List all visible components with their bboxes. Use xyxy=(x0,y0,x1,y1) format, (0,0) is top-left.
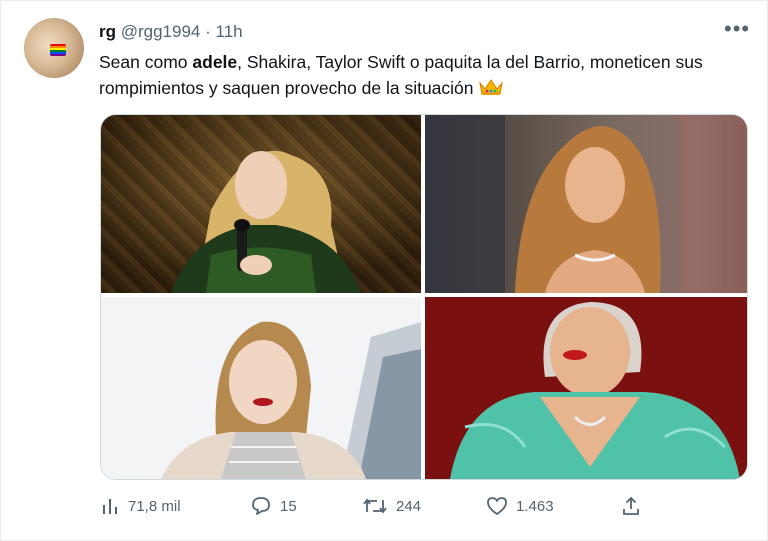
views-button[interactable]: 71,8 mil xyxy=(100,496,181,516)
like-button[interactable]: 1.463 xyxy=(486,496,554,516)
separator-dot: · xyxy=(205,22,211,41)
reply-count: 15 xyxy=(280,497,297,515)
photo-bottom-right[interactable] xyxy=(425,297,747,479)
retweet-count: 244 xyxy=(396,497,422,515)
user-handle[interactable]: @rgg1994 xyxy=(121,22,201,41)
retweet-button[interactable]: 244 xyxy=(362,496,421,516)
more-options-button[interactable]: ••• xyxy=(724,16,750,42)
share-button[interactable] xyxy=(621,496,641,516)
tweet-text-bold: adele xyxy=(192,52,238,72)
pride-flag-icon xyxy=(50,44,66,56)
retweet-icon xyxy=(362,496,388,516)
tweet-header: rg @rgg1994 · 11h xyxy=(99,22,243,42)
crown-icon xyxy=(478,77,504,104)
photo-top-right[interactable] xyxy=(425,115,747,293)
photo-bottom-left[interactable] xyxy=(101,297,421,479)
avatar[interactable] xyxy=(24,18,84,78)
photo-top-left[interactable] xyxy=(101,115,421,293)
views-count: 71,8 mil xyxy=(128,497,181,515)
heart-icon xyxy=(486,496,508,516)
tweet-text: Sean como adele, Shakira, Taylor Swift o… xyxy=(99,49,739,104)
display-name[interactable]: rg xyxy=(99,22,116,41)
action-bar: 71,8 mil 15 244 1.463 xyxy=(0,496,768,522)
analytics-icon xyxy=(100,496,120,516)
media-grid xyxy=(100,114,748,480)
reply-button[interactable]: 15 xyxy=(250,496,297,516)
tweet-text-before: Sean como xyxy=(99,52,193,72)
share-icon xyxy=(621,496,641,516)
like-count: 1.463 xyxy=(516,497,554,515)
reply-icon xyxy=(250,496,272,516)
timestamp[interactable]: 11h xyxy=(216,22,243,41)
